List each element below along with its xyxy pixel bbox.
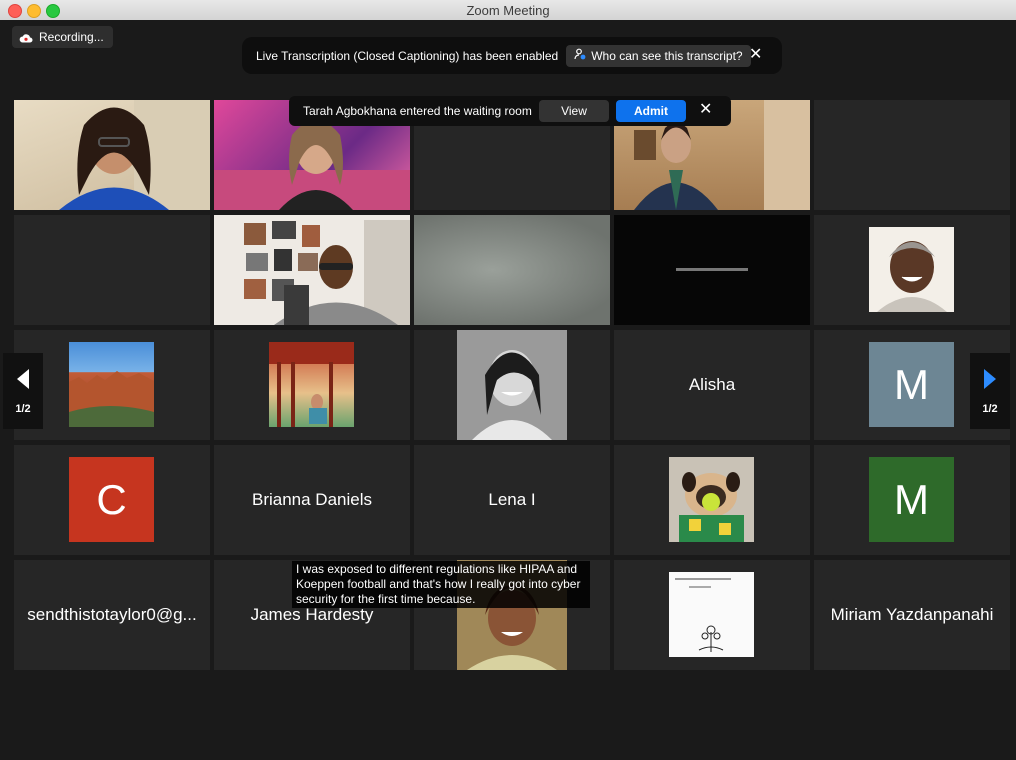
- video-tile[interactable]: M: [814, 445, 1010, 555]
- video-tile[interactable]: [814, 215, 1010, 325]
- window-titlebar: Zoom Meeting: [0, 0, 1016, 21]
- participant-name: Alisha: [688, 375, 736, 394]
- profile-photo: [69, 342, 154, 427]
- video-tile[interactable]: [614, 215, 810, 325]
- video-tile[interactable]: Miriam Yazdanpanahi: [814, 560, 1010, 670]
- profile-photo: [269, 342, 354, 427]
- video-tile[interactable]: [614, 445, 810, 555]
- next-page-button[interactable]: 1/2: [970, 353, 1010, 429]
- transcription-banner: Live Transcription (Closed Captioning) h…: [242, 37, 782, 74]
- participant-video: [14, 100, 210, 210]
- avatar-initial: M: [869, 457, 954, 542]
- video-tile[interactable]: [414, 215, 610, 325]
- cloud-recording-icon: [19, 32, 33, 43]
- recording-label: Recording...: [39, 30, 104, 44]
- video-tile[interactable]: [414, 330, 610, 440]
- prev-page-button[interactable]: 1/2: [3, 353, 43, 429]
- person-icon: [574, 48, 586, 63]
- video-tile[interactable]: [14, 215, 210, 325]
- view-button[interactable]: View: [539, 100, 609, 122]
- participant-name: James Hardesty: [250, 605, 374, 624]
- profile-photo: [669, 457, 754, 542]
- participant-video: [614, 215, 810, 325]
- video-tile[interactable]: Lena I: [414, 445, 610, 555]
- video-tile[interactable]: [14, 100, 210, 210]
- close-banner-icon[interactable]: ✕: [749, 47, 762, 63]
- profile-photo: [869, 227, 954, 312]
- transcription-message: Live Transcription (Closed Captioning) h…: [256, 48, 559, 63]
- participant-name: Lena I: [488, 490, 536, 509]
- video-tile[interactable]: C: [14, 445, 210, 555]
- admit-button[interactable]: Admit: [616, 100, 686, 122]
- participant-name: Miriam Yazdanpanahi: [830, 605, 994, 624]
- participant-video: [214, 215, 410, 325]
- closed-caption: I was exposed to different regulations l…: [292, 561, 590, 608]
- video-tile[interactable]: Brianna Daniels: [214, 445, 410, 555]
- profile-photo: [457, 330, 567, 440]
- participant-video: [414, 215, 610, 325]
- waiting-room-message: Tarah Agbokhana entered the waiting room: [303, 104, 532, 118]
- arrow-left-icon: [16, 368, 30, 393]
- recording-indicator[interactable]: Recording...: [12, 26, 113, 48]
- who-can-see-button[interactable]: Who can see this transcript?: [566, 44, 751, 67]
- video-tile[interactable]: [814, 100, 1010, 210]
- video-tile[interactable]: Alisha: [614, 330, 810, 440]
- participant-name: Brianna Daniels: [251, 490, 372, 509]
- close-notification-icon[interactable]: ✕: [699, 102, 712, 118]
- profile-photo: [669, 572, 754, 657]
- window-title: Zoom Meeting: [466, 3, 550, 18]
- video-tile[interactable]: [214, 330, 410, 440]
- participant-name: sendthistotaylor0@g...: [27, 605, 197, 624]
- waiting-room-notification: Tarah Agbokhana entered the waiting room…: [289, 96, 731, 126]
- meeting-area: Recording... Live Transcription (Closed …: [0, 20, 1016, 760]
- who-can-see-label: Who can see this transcript?: [591, 48, 743, 63]
- arrow-right-icon: [983, 368, 997, 393]
- avatar-initial: C: [69, 457, 154, 542]
- video-tile[interactable]: [14, 330, 210, 440]
- avatar-initial: M: [869, 342, 954, 427]
- video-tile[interactable]: [614, 560, 810, 670]
- page-indicator-right: 1/2: [982, 402, 998, 415]
- video-tile[interactable]: sendthistotaylor0@g...: [14, 560, 210, 670]
- video-tile[interactable]: [214, 215, 410, 325]
- page-indicator-left: 1/2: [15, 402, 31, 415]
